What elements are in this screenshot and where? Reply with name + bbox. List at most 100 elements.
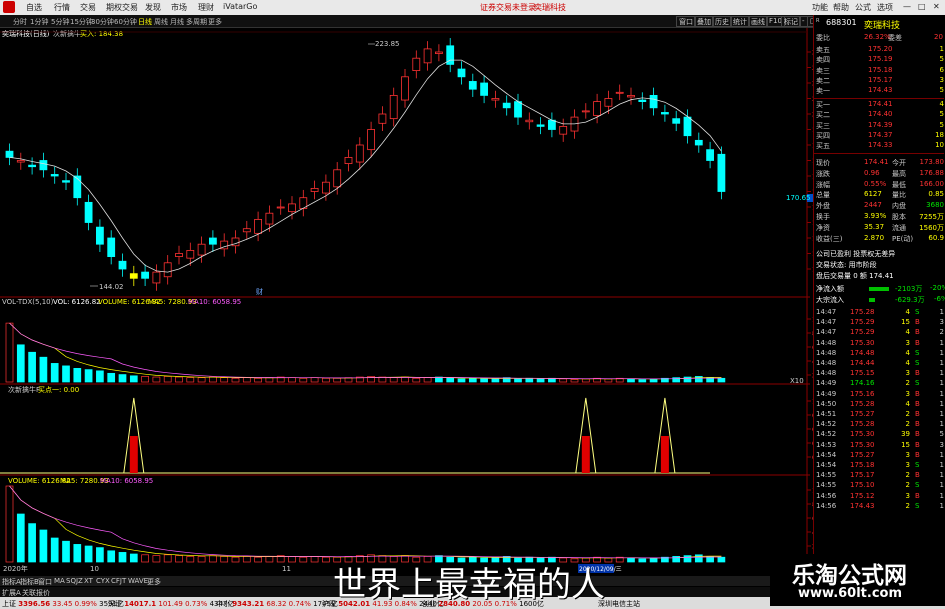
tab-ma[interactable]: MA (54, 577, 65, 585)
book-volume: 5 (939, 86, 944, 95)
tick-row: 14:55 175.17 2 B 1 (816, 471, 944, 481)
tab-window[interactable]: 窗口 (38, 577, 52, 587)
volume-bar (39, 529, 48, 563)
minimize-icon[interactable]: — (903, 2, 911, 11)
volume-bar (446, 377, 455, 383)
menu-item-shichang[interactable]: 市场 (171, 2, 187, 13)
index-quote[interactable]: 上证 3396.56 33.45 0.99% 3591亿 (2, 599, 124, 609)
maximize-icon[interactable]: □ (918, 2, 926, 11)
tab-cfjt[interactable]: CFJT (111, 577, 126, 585)
ask-row[interactable]: 卖二 175.17 3 (816, 76, 944, 86)
period-tab-weekly[interactable]: 周线 (154, 17, 168, 27)
tick-count: 1 (939, 348, 944, 357)
period-tab-fenshi[interactable]: 分时 (13, 17, 27, 27)
date-label-year: 2020年 (3, 564, 28, 573)
stat-value: 1560万 (919, 223, 944, 232)
volume-bar (299, 377, 308, 383)
book-price: 174.41 (868, 100, 893, 108)
volume-bar (220, 377, 229, 383)
menu-item-ivatargo[interactable]: iVatarGo (223, 2, 257, 11)
tick-time: 14:55 (816, 471, 837, 480)
period-tab-1min[interactable]: 1分钟 (30, 17, 48, 27)
volume-bar (457, 378, 466, 383)
btn-window[interactable]: 窗口 (676, 16, 696, 27)
candle-body (152, 271, 161, 284)
tick-direction: S (915, 348, 920, 357)
vol-panel-title: VOL-TDX(5,10) (2, 298, 54, 306)
book-price: 174.43 (868, 86, 893, 95)
period-tab-multi[interactable]: 多周期 (186, 17, 207, 27)
volume-bar (96, 547, 104, 563)
tab-wave[interactable]: WAVE (128, 577, 148, 585)
bid-row[interactable]: 买四 174.37 18 (816, 131, 944, 141)
tick-row: 14:48 175.15 3 B 1 (816, 369, 944, 379)
candle-body (638, 99, 647, 103)
menu-item-hangqing[interactable]: 行情 (54, 2, 70, 13)
period-tab-5min[interactable]: 5分钟 (51, 17, 69, 27)
tab-sqjz[interactable]: SQJZ (66, 577, 83, 585)
menu-item-gongshi[interactable]: 公式 (855, 2, 871, 13)
volume-bar (231, 377, 240, 383)
kline-chart[interactable]: 220.0215.0210.0205.0200.0195.0190.0185.0… (0, 28, 813, 576)
tick-time: 14:52 (816, 420, 837, 429)
tab-indicator-a[interactable]: 指标A (2, 577, 21, 587)
ask-row[interactable]: 卖一 174.43 5 (816, 86, 944, 96)
volume-bar (265, 556, 274, 563)
bid-row[interactable]: 买二 174.40 5 (816, 110, 944, 120)
tick-count: 1 (939, 369, 944, 378)
btn-draw[interactable]: 画线 (748, 16, 768, 27)
btn-history[interactable]: 历史 (712, 16, 732, 27)
tab-more[interactable]: 更多 (147, 577, 161, 587)
period-tab-15min[interactable]: 15分钟 (70, 17, 93, 27)
volume-bar (570, 379, 579, 383)
ask-row[interactable]: 卖四 175.19 5 (816, 55, 944, 65)
volume-bar (627, 557, 635, 563)
volume-bar (559, 378, 568, 383)
menu-bar: 自选 行情 交易 期权交易 发现 市场 理财 iVatarGo 证券交易未登录 … (0, 0, 945, 15)
tick-time: 14:49 (816, 379, 837, 388)
menu-item-bangzhu[interactable]: 帮助 (833, 2, 849, 13)
period-tab-60min[interactable]: 60分钟 (114, 17, 137, 27)
volume-bar (717, 377, 726, 383)
login-status[interactable]: 证券交易未登录 (480, 2, 536, 13)
flow-block-pct: -6% (934, 295, 945, 303)
tick-time: 14:47 (816, 308, 837, 316)
menu-item-xuanxiang[interactable]: 选项 (877, 2, 893, 13)
bid-row[interactable]: 买五 174.33 10 (816, 141, 944, 151)
tab-cyx[interactable]: CYX (96, 577, 110, 585)
close-icon[interactable]: ✕ (933, 2, 940, 11)
stat-label: 流通 (892, 223, 906, 232)
period-tab-more[interactable]: 更多 (208, 17, 222, 27)
tab-xt[interactable]: XT (84, 577, 93, 585)
period-tab-monthly[interactable]: 月线 (170, 17, 184, 27)
index-quote[interactable]: 中小 9343.21 68.32 0.74% 1745亿 (216, 599, 338, 609)
tick-direction: B (915, 450, 920, 459)
period-tab-30min[interactable]: 30分钟 (91, 17, 114, 27)
ask-row[interactable]: 卖五 175.20 1 (816, 45, 944, 55)
tick-time: 14:55 (816, 481, 837, 490)
ask-row[interactable]: 卖三 175.18 6 (816, 66, 944, 76)
stat-value: 0.85 (928, 190, 944, 199)
volume-bar (5, 485, 14, 563)
tab-indicator-b[interactable]: 指标B (20, 577, 39, 587)
signal-bar (660, 436, 669, 473)
menu-item-zixuan[interactable]: 自选 (26, 2, 42, 13)
menu-item-licai[interactable]: 理财 (198, 2, 214, 13)
stat-label: 涨幅 (816, 180, 830, 189)
menu-item-jiaoyi[interactable]: 交易 (80, 2, 96, 13)
menu-item-faxian[interactable]: 发现 (145, 2, 161, 13)
book-label: 买一 (816, 101, 830, 109)
menu-item-options[interactable]: 期权交易 (106, 2, 138, 13)
bid-row[interactable]: 买一 174.41 4 (816, 100, 944, 110)
period-tab-daily[interactable]: 日线 (138, 17, 152, 27)
btn-overlay[interactable]: 叠加 (694, 16, 714, 27)
tick-volume: 2 (905, 471, 910, 480)
menu-item-gongneng[interactable]: 功能 (812, 2, 828, 13)
candle-body (581, 110, 590, 113)
btn-stats[interactable]: 统计 (730, 16, 750, 27)
stat-row: 收益(三) 2.870 PE(动) 60.9 (816, 234, 944, 244)
volume-bar (638, 558, 647, 563)
bid-row[interactable]: 买三 174.39 5 (816, 121, 944, 131)
candle-body (288, 203, 296, 213)
btn-mark[interactable]: 标记 (781, 16, 801, 27)
